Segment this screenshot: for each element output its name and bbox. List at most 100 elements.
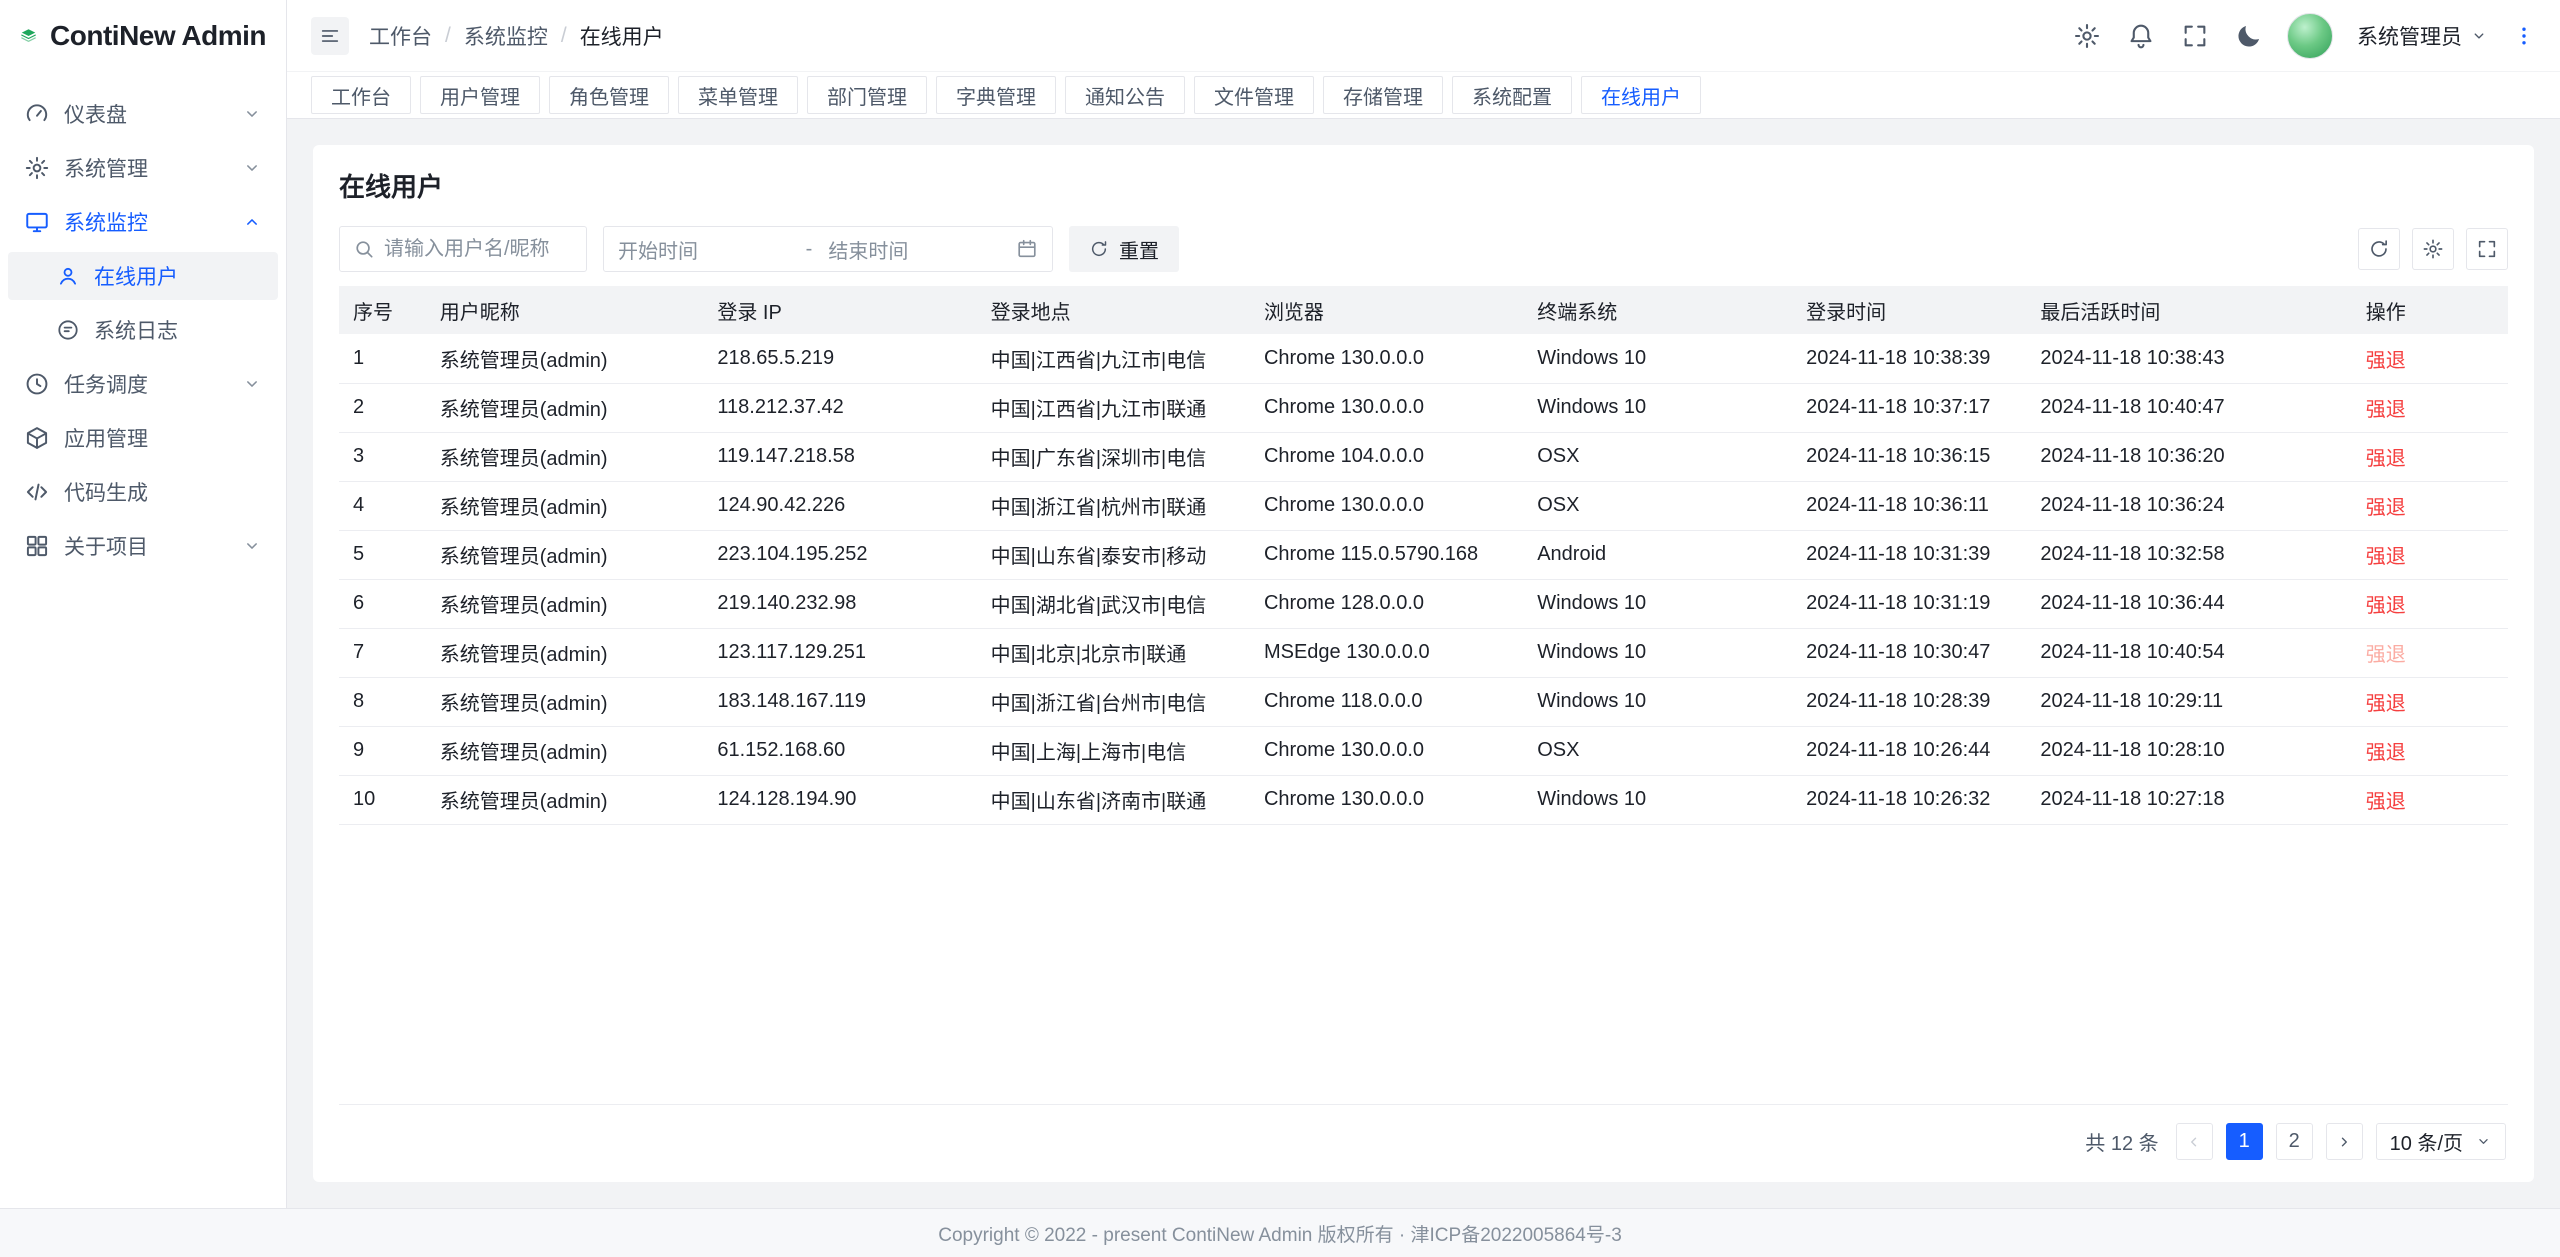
refresh-icon: [2368, 238, 2390, 260]
force-logout-link[interactable]: 强退: [2366, 595, 2406, 617]
tab-label: 字典管理: [956, 81, 1036, 110]
table-cell: Windows 10: [1523, 383, 1792, 432]
toolbar: 开始时间 - 结束时间 重置: [339, 226, 2508, 272]
table-cell: 2024-11-18 10:30:47: [1792, 628, 2026, 677]
breadcrumb-item[interactable]: 系统监控: [464, 21, 548, 51]
force-logout-link[interactable]: 强退: [2366, 742, 2406, 764]
avatar[interactable]: [2287, 13, 2333, 59]
more-vertical-icon[interactable]: [2512, 24, 2536, 48]
tab[interactable]: 存储管理: [1323, 76, 1443, 114]
force-logout-link[interactable]: 强退: [2366, 546, 2406, 568]
tab-label: 通知公告: [1085, 81, 1165, 110]
column-header: 登录 IP: [703, 286, 976, 334]
force-logout-link[interactable]: 强退: [2366, 497, 2406, 519]
table-cell: 强退: [2352, 726, 2508, 775]
tab[interactable]: 部门管理: [807, 76, 927, 114]
gear-icon[interactable]: [2073, 22, 2101, 50]
page-button[interactable]: 1: [2226, 1123, 2263, 1160]
toolbar-gear-button[interactable]: [2412, 228, 2454, 270]
table-cell: 强退: [2352, 775, 2508, 824]
force-logout-link[interactable]: 强退: [2366, 350, 2406, 372]
bell-icon[interactable]: [2127, 22, 2155, 50]
table-cell: Windows 10: [1523, 775, 1792, 824]
tab[interactable]: 菜单管理: [678, 76, 798, 114]
moon-icon[interactable]: [2235, 22, 2263, 50]
tab[interactable]: 工作台: [311, 76, 411, 114]
table-cell: 中国|浙江省|台州市|电信: [977, 677, 1250, 726]
table-cell: 3: [339, 432, 426, 481]
table-cell: 1: [339, 334, 426, 383]
page-size-select[interactable]: 10 条/页: [2376, 1123, 2506, 1160]
sidebar-item[interactable]: 系统监控: [8, 198, 278, 246]
content: 在线用户 开始时间 - 结束时间: [287, 119, 2560, 1208]
sidebar-collapse-button[interactable]: [311, 17, 349, 55]
table-cell: Chrome 118.0.0.0: [1250, 677, 1523, 726]
sidebar-item-label: 系统日志: [94, 315, 262, 345]
force-logout-link[interactable]: 强退: [2366, 448, 2406, 470]
chevron-down-icon: [242, 536, 262, 556]
tab[interactable]: 用户管理: [420, 76, 540, 114]
sidebar-subitem[interactable]: 在线用户: [8, 252, 278, 300]
pagination-next-button[interactable]: [2326, 1123, 2363, 1160]
date-range-picker[interactable]: 开始时间 - 结束时间: [603, 226, 1053, 272]
tab[interactable]: 字典管理: [936, 76, 1056, 114]
tab[interactable]: 在线用户: [1581, 76, 1701, 114]
online-users-card: 在线用户 开始时间 - 结束时间: [313, 145, 2534, 1182]
toolbar-refresh-button[interactable]: [2358, 228, 2400, 270]
sidebar-item[interactable]: 仪表盘: [8, 90, 278, 138]
pagination: 共 12 条 12 10 条/页: [339, 1105, 2508, 1182]
tab[interactable]: 系统配置: [1452, 76, 1572, 114]
table-cell: 中国|广东省|深圳市|电信: [977, 432, 1250, 481]
force-logout-link[interactable]: 强退: [2366, 644, 2406, 666]
table-cell: 系统管理员(admin): [426, 383, 704, 432]
table-cell: 219.140.232.98: [703, 579, 976, 628]
toolbar-expand-button[interactable]: [2466, 228, 2508, 270]
dashboard-icon: [24, 101, 50, 127]
table-cell: 系统管理员(admin): [426, 334, 704, 383]
logo[interactable]: ContiNew Admin: [0, 0, 286, 72]
app-root: ContiNew Admin 仪表盘系统管理系统监控在线用户系统日志任务调度应用…: [0, 0, 2560, 1257]
table-cell: 系统管理员(admin): [426, 432, 704, 481]
sidebar-item-label: 关于项目: [64, 531, 228, 561]
sidebar-subitem[interactable]: 系统日志: [8, 306, 278, 354]
user-menu[interactable]: 系统管理员: [2357, 21, 2488, 51]
column-header: 终端系统: [1523, 286, 1792, 334]
tab[interactable]: 通知公告: [1065, 76, 1185, 114]
table-cell: 中国|山东省|泰安市|移动: [977, 530, 1250, 579]
sidebar-item[interactable]: 系统管理: [8, 144, 278, 192]
page-button[interactable]: 2: [2276, 1123, 2313, 1160]
page-size-label: 10 条/页: [2390, 1127, 2463, 1156]
search-input[interactable]: [384, 238, 573, 261]
sidebar-item[interactable]: 关于项目: [8, 522, 278, 570]
force-logout-link[interactable]: 强退: [2366, 693, 2406, 715]
date-end-placeholder: 结束时间: [822, 235, 1006, 264]
chevron-left-icon: [2185, 1133, 2203, 1151]
table-cell: Chrome 128.0.0.0: [1250, 579, 1523, 628]
force-logout-link[interactable]: 强退: [2366, 791, 2406, 813]
sidebar-item[interactable]: 应用管理: [8, 414, 278, 462]
chevron-up-icon: [242, 212, 262, 232]
tab[interactable]: 角色管理: [549, 76, 669, 114]
app-title: ContiNew Admin: [50, 20, 266, 52]
table-cell: 2024-11-18 10:26:44: [1792, 726, 2026, 775]
table-cell: OSX: [1523, 481, 1792, 530]
expand-icon[interactable]: [2181, 22, 2209, 50]
breadcrumb-separator: /: [445, 24, 451, 48]
table-cell: 中国|浙江省|杭州市|联通: [977, 481, 1250, 530]
table-cell: 2024-11-18 10:36:11: [1792, 481, 2026, 530]
tab[interactable]: 文件管理: [1194, 76, 1314, 114]
pagination-prev-button[interactable]: [2176, 1123, 2213, 1160]
main-column: 工作台/系统监控/在线用户 系统管理员 工作台用户管理角色管理菜单管理部门管理字…: [287, 0, 2560, 1208]
hamburger-icon: [319, 25, 341, 47]
breadcrumb-item[interactable]: 工作台: [369, 21, 432, 51]
table-cell: Windows 10: [1523, 579, 1792, 628]
force-logout-link[interactable]: 强退: [2366, 399, 2406, 421]
sidebar-item[interactable]: 任务调度: [8, 360, 278, 408]
breadcrumb-item[interactable]: 在线用户: [580, 21, 664, 51]
column-header: 登录地点: [977, 286, 1250, 334]
sidebar-item[interactable]: 代码生成: [8, 468, 278, 516]
table-cell: 2024-11-18 10:28:39: [1792, 677, 2026, 726]
tab-label: 用户管理: [440, 81, 520, 110]
reset-button[interactable]: 重置: [1069, 226, 1179, 272]
table-cell: 强退: [2352, 579, 2508, 628]
